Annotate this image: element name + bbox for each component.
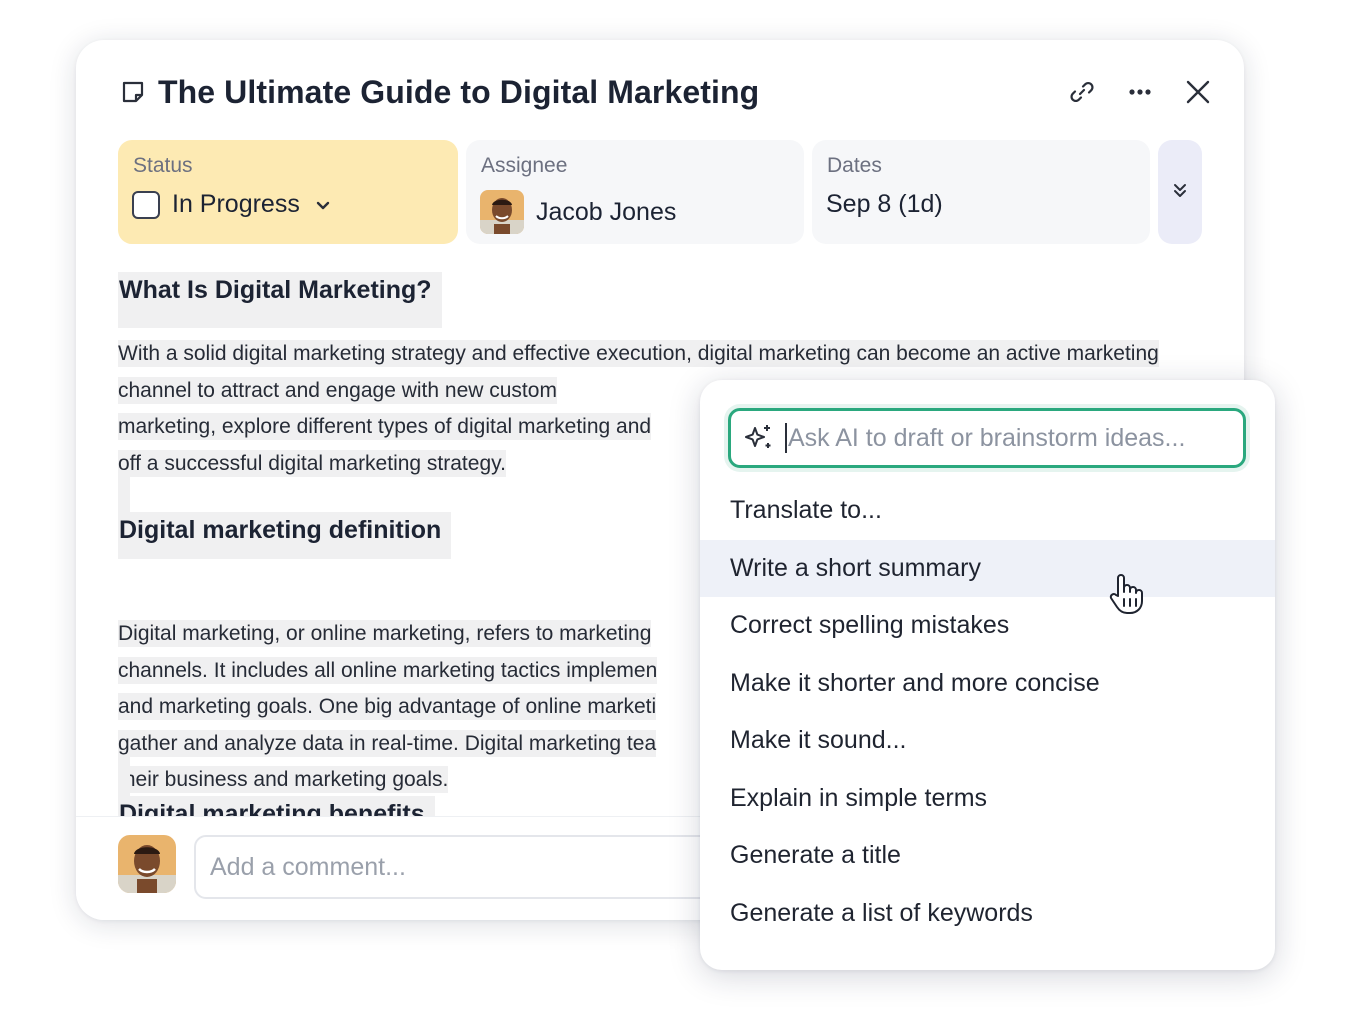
assignee-label: Assignee xyxy=(481,154,568,177)
paragraph-intro-line2: marketing, explore different types of di… xyxy=(118,413,652,440)
ai-prompt-placeholder: Ask AI to draft or brainstorm ideas... xyxy=(788,423,1186,452)
sparkle-icon xyxy=(743,422,775,454)
menu-item-summary[interactable]: Write a short summary xyxy=(700,539,1275,597)
menu-item-tone[interactable]: Make it sound... xyxy=(700,712,1275,770)
text-caret xyxy=(785,423,787,453)
heading-definition: Digital marketing definition xyxy=(118,512,452,559)
avatar xyxy=(118,835,176,893)
task-fields: Status In Progress Assignee Jacob Jones … xyxy=(118,140,1204,244)
doc-icon xyxy=(120,79,146,105)
stage: The Ultimate Guide to Digital Marketing xyxy=(0,0,1352,1014)
paragraph-definition-line: Digital marketing, or online marketing, … xyxy=(118,620,652,647)
avatar xyxy=(480,190,524,234)
header-actions xyxy=(1066,70,1214,114)
chevron-down-icon[interactable] xyxy=(314,196,332,214)
heading-block-2: Digital marketing definition xyxy=(118,512,452,559)
dates-label: Dates xyxy=(827,154,882,177)
ai-prompt-input[interactable]: Ask AI to draft or brainstorm ideas... xyxy=(728,408,1246,468)
status-value[interactable]: In Progress xyxy=(132,190,332,219)
close-icon[interactable] xyxy=(1182,76,1214,108)
double-chevron-down-icon xyxy=(1170,180,1190,205)
heading-block: What Is Digital Marketing? xyxy=(118,272,442,328)
paragraph-definition-line: channels. It includes all online marketi… xyxy=(118,656,658,684)
selection-gap xyxy=(118,756,130,796)
heading-what-is: What Is Digital Marketing? xyxy=(118,272,442,328)
dates-value[interactable]: Sep 8 (1d) xyxy=(826,190,943,219)
paragraph-definition-line: their business and marketing goals. xyxy=(118,766,449,793)
status-label: Status xyxy=(133,154,193,177)
title-row: The Ultimate Guide to Digital Marketing xyxy=(120,70,1214,114)
paragraph-definition-line: and marketing goals. One big advantage o… xyxy=(118,693,657,720)
expand-fields-button[interactable] xyxy=(1158,140,1202,244)
task-title[interactable]: The Ultimate Guide to Digital Marketing xyxy=(158,74,759,111)
dates-field[interactable]: Dates Sep 8 (1d) xyxy=(812,140,1150,244)
hand-cursor-icon xyxy=(1106,572,1146,616)
selection-gap xyxy=(118,472,130,512)
menu-item-title[interactable]: Generate a title xyxy=(700,827,1275,885)
status-field[interactable]: Status In Progress xyxy=(118,140,458,244)
assignee-field[interactable]: Assignee Jacob Jones xyxy=(466,140,804,244)
assignee-value[interactable]: Jacob Jones xyxy=(480,190,676,234)
paragraph-definition-line: gather and analyze data in real-time. Di… xyxy=(118,729,657,757)
paragraph-intro-line3: off a successful digital marketing strat… xyxy=(118,449,506,477)
ai-actions-menu: Translate to... Write a short summary Co… xyxy=(700,482,1275,942)
assignee-name: Jacob Jones xyxy=(536,197,677,226)
menu-item-explain[interactable]: Explain in simple terms xyxy=(700,770,1275,828)
menu-item-spelling[interactable]: Correct spelling mistakes xyxy=(700,597,1275,655)
more-icon[interactable] xyxy=(1124,76,1156,108)
menu-item-shorter[interactable]: Make it shorter and more concise xyxy=(700,655,1275,713)
status-checkbox[interactable] xyxy=(132,190,160,219)
menu-item-keywords[interactable]: Generate a list of keywords xyxy=(700,885,1275,943)
status-text: In Progress xyxy=(172,190,300,218)
link-icon[interactable] xyxy=(1066,76,1098,108)
ai-popup: Ask AI to draft or brainstorm ideas... T… xyxy=(700,380,1275,970)
comment-placeholder: Add a comment... xyxy=(210,852,406,881)
menu-item-translate[interactable]: Translate to... xyxy=(700,482,1275,540)
